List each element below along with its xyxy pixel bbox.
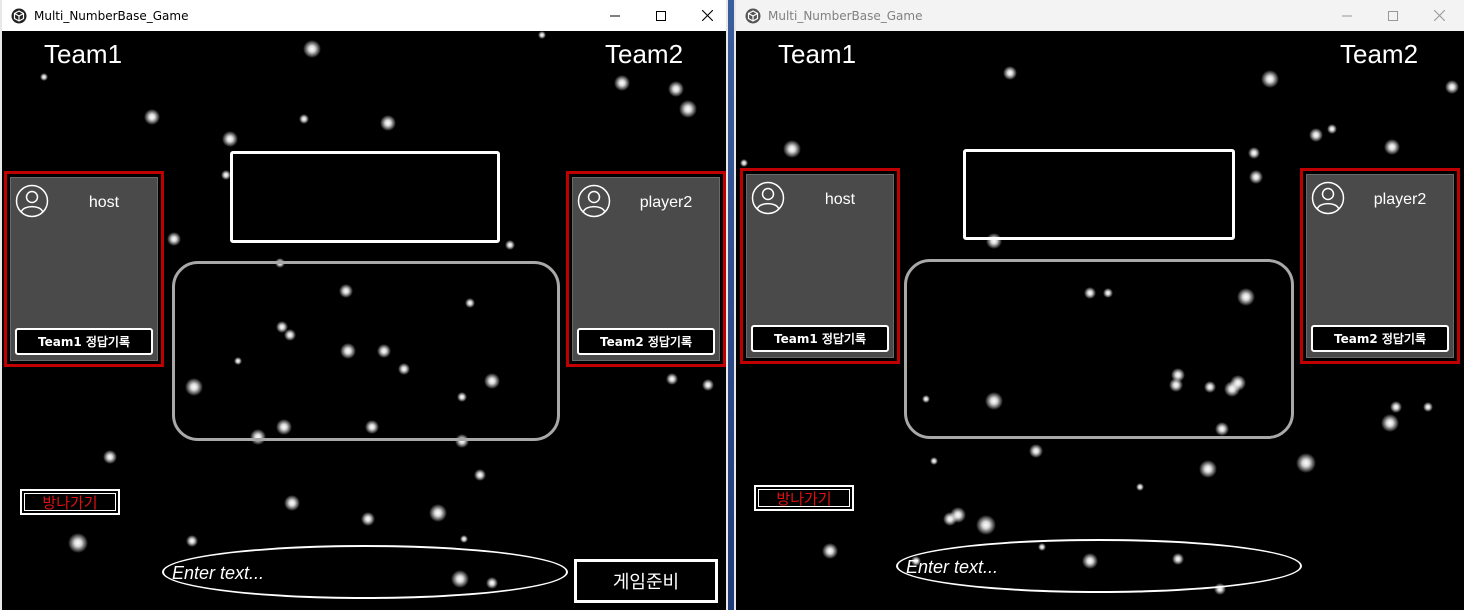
game-ready-button[interactable]: 게임준비 xyxy=(574,559,718,603)
close-button[interactable] xyxy=(684,0,726,31)
team2-label: Team2 xyxy=(605,39,684,69)
game-window-player2: Multi_NumberBase_Game Team1 Team2 host T… xyxy=(734,0,1464,610)
star-particle xyxy=(943,512,957,526)
minimize-icon xyxy=(1342,15,1352,16)
star-particle xyxy=(1445,80,1459,94)
team1-record-button[interactable]: Team1 정답기록 xyxy=(15,328,153,355)
answer-display-box xyxy=(963,149,1235,240)
team1-player-card: host Team1 정답기록 xyxy=(740,168,900,364)
star-particle xyxy=(783,140,801,158)
star-particle xyxy=(1381,414,1399,432)
close-button[interactable] xyxy=(1416,0,1462,31)
game-log-panel xyxy=(904,259,1294,439)
star-particle xyxy=(1390,401,1402,413)
user-avatar-icon xyxy=(577,184,611,218)
user-avatar-icon xyxy=(1311,181,1345,215)
star-particle xyxy=(1261,70,1279,88)
star-particle xyxy=(144,109,160,125)
star-particle xyxy=(822,543,838,559)
maximize-button[interactable] xyxy=(638,0,684,31)
star-particle xyxy=(930,457,938,465)
maximize-button[interactable] xyxy=(1370,0,1416,31)
star-particle xyxy=(1423,402,1433,412)
star-particle xyxy=(186,535,198,547)
team2-player-card: player2 Team2 정답기록 xyxy=(1300,168,1460,364)
unity-app-icon xyxy=(745,8,761,23)
minimize-button[interactable] xyxy=(1324,0,1370,31)
team2-record-button[interactable]: Team2 정답기록 xyxy=(577,328,715,355)
close-icon xyxy=(1433,10,1445,21)
star-particle xyxy=(679,100,697,118)
team1-label: Team1 xyxy=(44,39,123,69)
team1-label: Team1 xyxy=(778,39,857,69)
chat-input-field[interactable] xyxy=(162,545,568,599)
minimize-icon xyxy=(610,15,620,16)
user-avatar-icon xyxy=(751,181,785,215)
minimize-button[interactable] xyxy=(592,0,638,31)
game-area: Team1 Team2 host Team1 정답기록 player2 Team… xyxy=(2,31,726,610)
star-particle xyxy=(505,240,515,250)
star-particle xyxy=(380,115,396,131)
window-title: Multi_NumberBase_Game xyxy=(768,8,923,23)
game-area: Team1 Team2 host Team1 정답기록 player2 Team… xyxy=(736,31,1464,610)
star-particle xyxy=(666,373,678,385)
team2-label: Team2 xyxy=(1340,39,1419,69)
game-log-panel xyxy=(172,261,560,441)
unity-app-icon xyxy=(11,8,27,23)
team1-player-card: host Team1 정답기록 xyxy=(4,171,164,367)
star-particle xyxy=(103,450,117,464)
player-name: player2 xyxy=(1373,191,1427,208)
star-particle xyxy=(976,515,996,535)
star-particle xyxy=(303,40,321,58)
player-name: player2 xyxy=(639,194,693,211)
star-particle xyxy=(361,512,375,526)
star-particle xyxy=(1296,453,1316,473)
star-particle xyxy=(68,533,88,553)
star-particle xyxy=(1003,66,1017,80)
chat-input[interactable] xyxy=(172,561,552,585)
player-name: host xyxy=(88,194,120,211)
star-particle xyxy=(740,159,748,167)
star-particle xyxy=(460,535,468,543)
star-particle xyxy=(1249,170,1263,184)
star-particle xyxy=(1327,124,1337,134)
team2-player-card: player2 Team2 정답기록 xyxy=(566,171,726,367)
window-title: Multi_NumberBase_Game xyxy=(34,8,189,23)
team2-record-button[interactable]: Team2 정답기록 xyxy=(1311,325,1449,352)
star-particle xyxy=(1029,444,1043,458)
star-particle xyxy=(40,73,48,81)
star-particle xyxy=(668,81,684,97)
team1-record-button[interactable]: Team1 정답기록 xyxy=(751,325,889,352)
star-particle xyxy=(284,495,300,511)
star-particle xyxy=(167,232,181,246)
answer-display-box xyxy=(230,151,500,243)
star-particle xyxy=(702,379,714,391)
leave-room-button[interactable]: 방나가기 xyxy=(754,485,854,511)
close-icon xyxy=(701,10,713,21)
star-particle xyxy=(1309,128,1323,142)
leave-room-button[interactable]: 방나가기 xyxy=(20,489,120,515)
star-particle xyxy=(1136,483,1144,491)
star-particle xyxy=(538,31,546,39)
star-particle xyxy=(429,504,447,522)
star-particle xyxy=(299,114,309,124)
chat-input-field[interactable] xyxy=(896,539,1302,593)
title-bar[interactable]: Multi_NumberBase_Game xyxy=(736,0,1464,31)
maximize-icon xyxy=(1388,10,1398,21)
star-particle xyxy=(1199,460,1217,478)
user-avatar-icon xyxy=(15,184,49,218)
title-bar[interactable]: Multi_NumberBase_Game xyxy=(2,0,726,31)
desktop: Multi_NumberBase_Game Team1 Team2 host T… xyxy=(0,0,1464,610)
star-particle xyxy=(1384,139,1400,155)
game-window-host: Multi_NumberBase_Game Team1 Team2 host T… xyxy=(0,0,728,610)
star-particle xyxy=(1248,147,1260,159)
star-particle xyxy=(474,469,486,481)
maximize-icon xyxy=(656,10,666,21)
chat-input[interactable] xyxy=(906,555,1286,579)
star-particle xyxy=(222,131,238,147)
star-particle xyxy=(614,75,630,91)
player-name: host xyxy=(824,191,856,208)
